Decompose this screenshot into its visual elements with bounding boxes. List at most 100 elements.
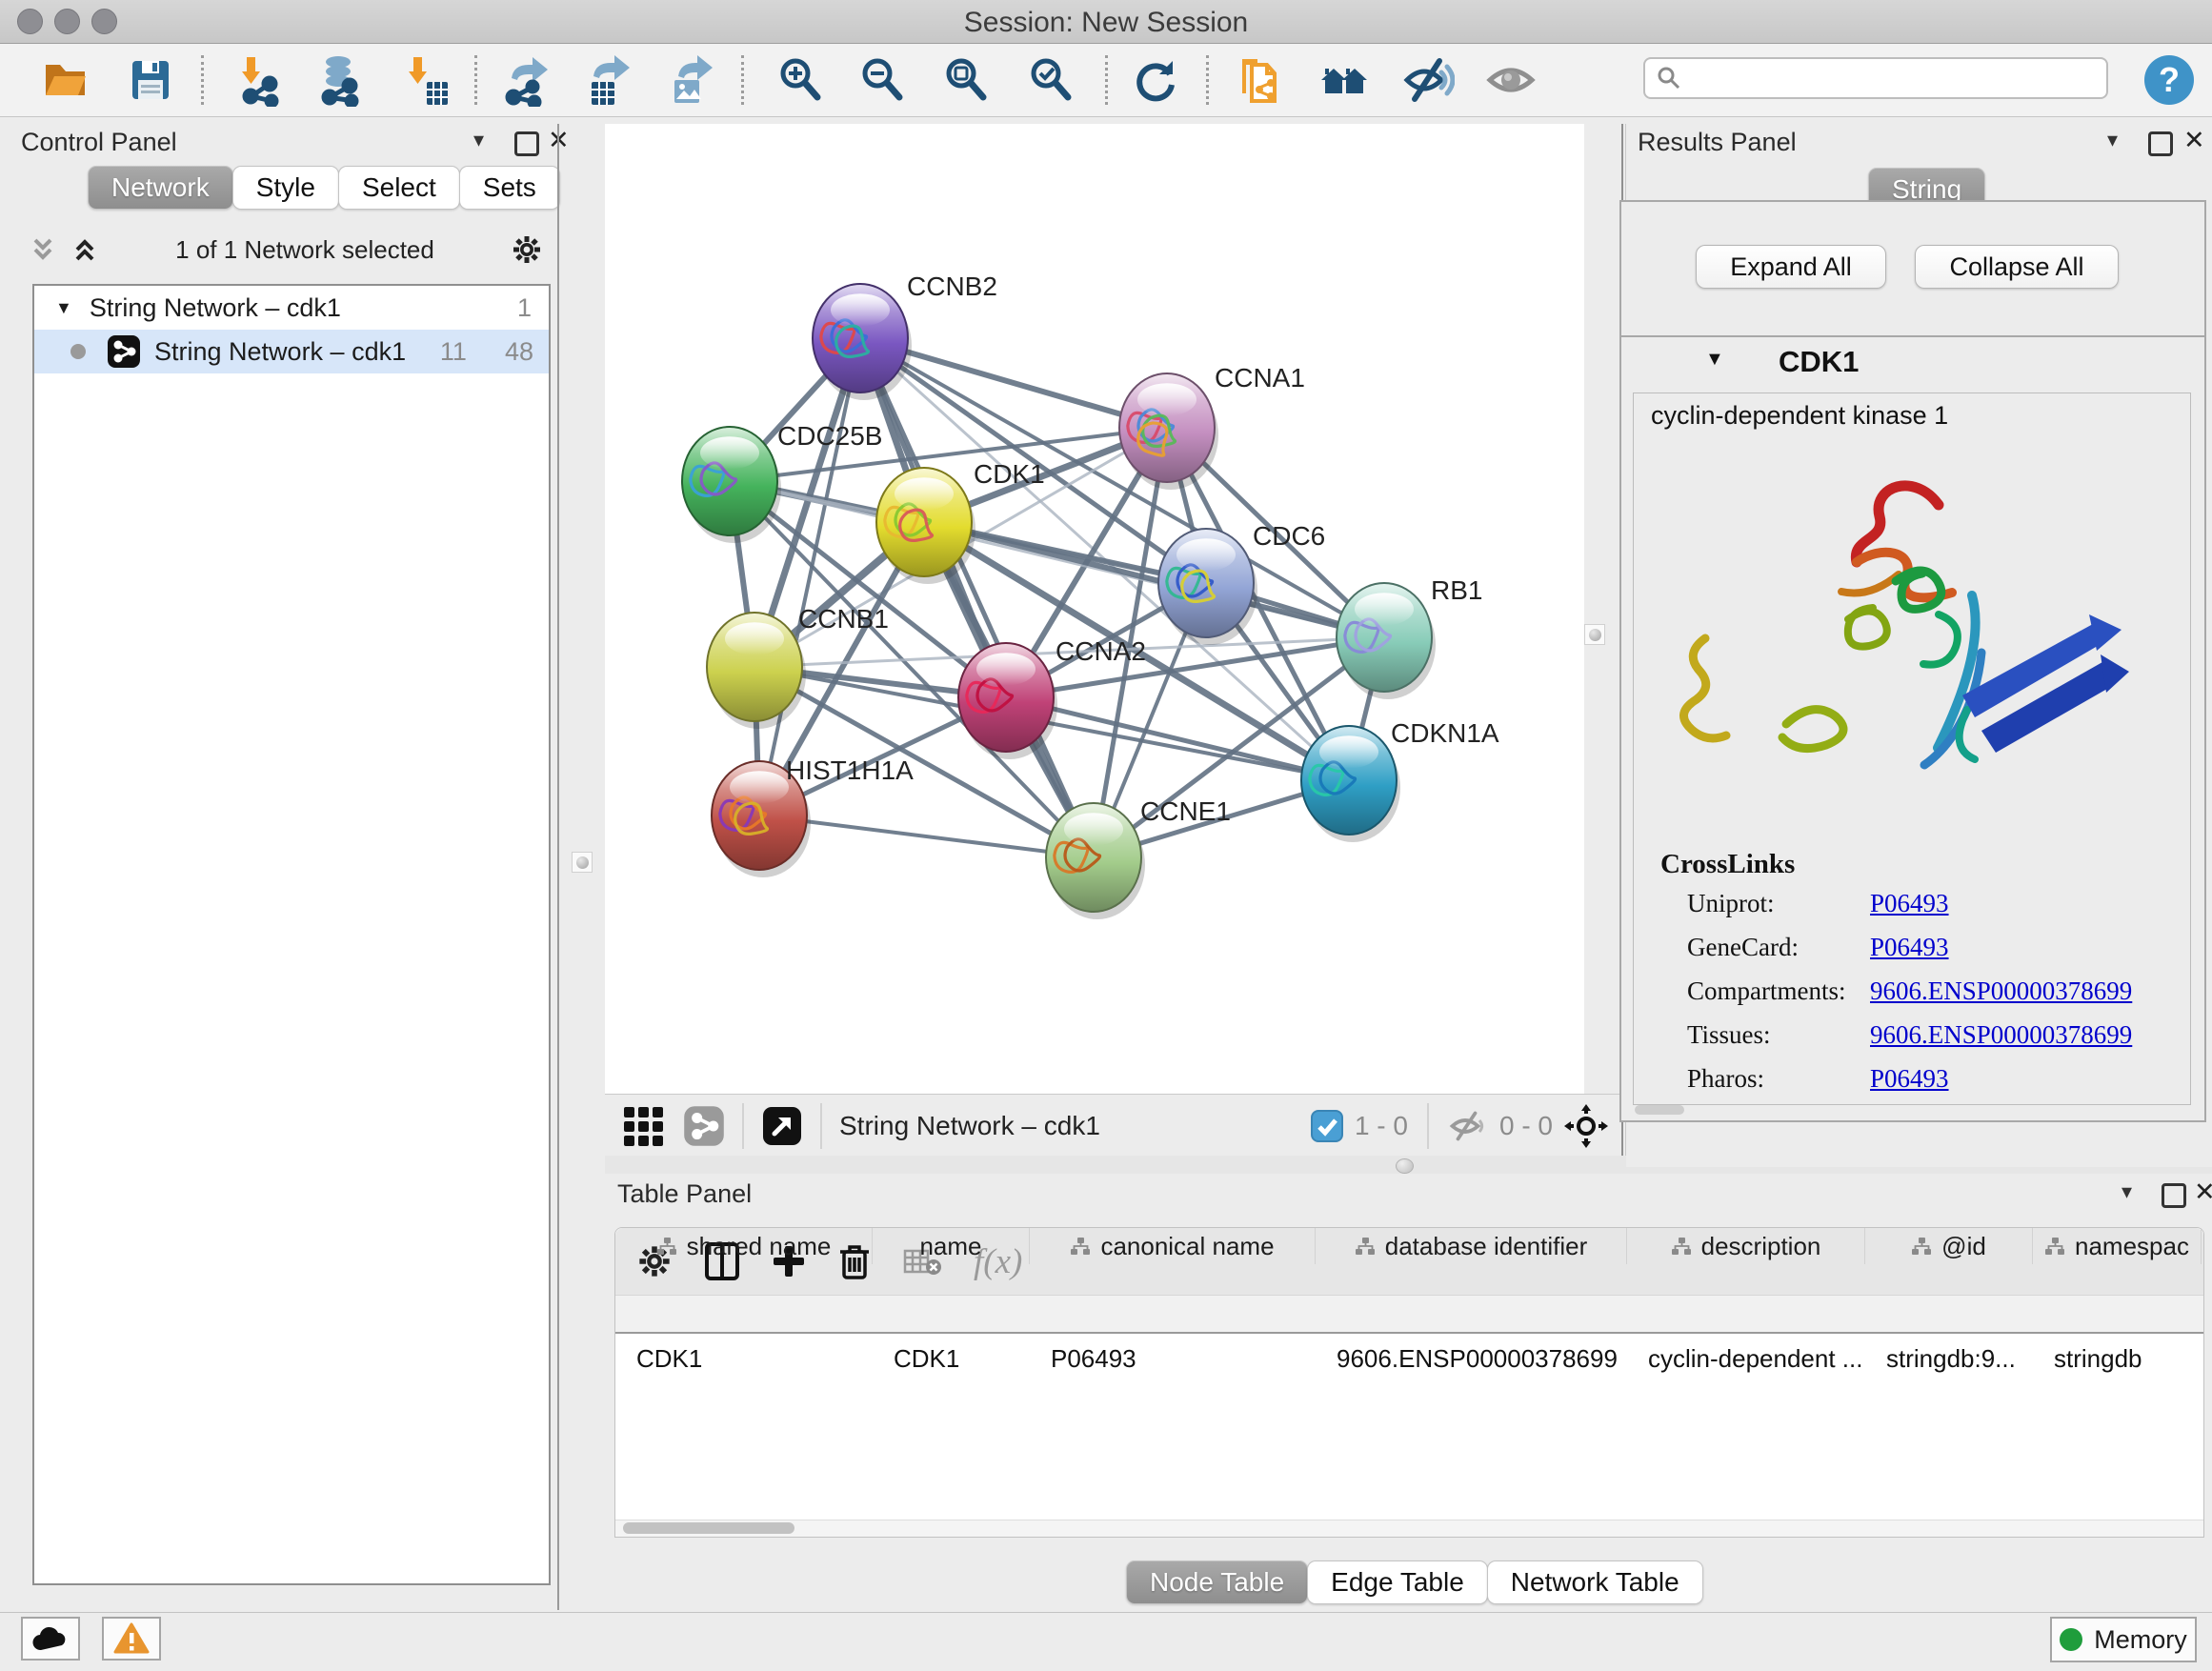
window-title: Session: New Session [0,7,2212,39]
network-node-rb1[interactable] [1337,583,1436,699]
import-network-button[interactable] [231,51,286,109]
gene-collapse-icon[interactable]: ▼ [1705,349,1724,371]
tab-style[interactable]: Style [232,166,339,210]
crosslink-compartments-link[interactable]: 9606.ENSP00000378699 [1870,976,2132,1006]
expand-all-button[interactable]: Expand All [1696,245,1886,289]
home-button[interactable] [1317,51,1372,109]
network-collection-row[interactable]: ▼ String Network – cdk1 1 [34,286,549,330]
zoom-out-button[interactable] [855,51,910,109]
hidden-eye-icon[interactable] [1448,1109,1488,1143]
cloud-button[interactable] [21,1617,80,1661]
column-header-description[interactable]: description [1627,1228,1865,1264]
tab-edge-table[interactable]: Edge Table [1307,1560,1488,1604]
node-label: CCNA1 [1215,363,1305,393]
network-node-cdkn1a[interactable] [1301,726,1400,842]
table-cell[interactable]: cyclin-dependent ... [1627,1339,1865,1379]
crosslink-uniprot-link[interactable]: P06493 [1870,889,1949,918]
column-header-label: description [1701,1232,1821,1261]
network-edge[interactable] [759,338,860,815]
network-node-ccne1[interactable] [1046,803,1145,919]
network-node-ccnb2[interactable] [813,284,912,400]
column-header--id[interactable]: @id [1865,1228,2033,1264]
table-cell[interactable]: P06493 [1030,1339,1316,1379]
import-table-button[interactable] [397,51,452,109]
detach-view-icon[interactable] [761,1105,803,1147]
table-cell[interactable]: stringdb [2033,1339,2202,1379]
export-network-button[interactable] [497,51,553,109]
tree-expand-icon[interactable]: ▼ [55,298,72,318]
tab-node-table[interactable]: Node Table [1126,1560,1308,1604]
column-header-shared-name[interactable]: shared name [615,1228,873,1264]
crosshair-icon[interactable] [1564,1104,1608,1148]
collapse-all-button[interactable]: Collapse All [1915,245,2119,289]
gene-symbol: CDK1 [1779,345,1859,379]
network-row-selected[interactable]: String Network – cdk1 11 48 [34,330,549,373]
column-header-name[interactable]: name [873,1228,1030,1264]
zoom-in-button[interactable] [773,51,828,109]
table-cell[interactable]: CDK1 [615,1339,873,1379]
network-node-cdc6[interactable] [1158,529,1257,645]
warnings-button[interactable] [102,1617,161,1661]
network-node-cdk1[interactable] [876,468,975,584]
network-node-ccna1[interactable] [1119,373,1218,490]
control-panel-collapse-icon[interactable]: ▾ [473,128,484,152]
expand-all-icon[interactable] [70,235,99,264]
network-node-ccnb1[interactable] [707,613,806,729]
refresh-button[interactable] [1128,51,1183,109]
gear-icon[interactable] [511,233,543,266]
tab-sets[interactable]: Sets [459,166,560,210]
protein-structure-image [1653,453,2167,805]
column-header-namespac[interactable]: namespac [2033,1228,2202,1264]
open-session-button[interactable] [37,51,92,109]
crosslink-tissues-link[interactable]: 9606.ENSP00000378699 [1870,1020,2132,1050]
table-panel-close-icon[interactable]: ✕ [2194,1178,2212,1207]
help-button[interactable]: ? [2144,55,2194,105]
export-table-button[interactable] [579,51,634,109]
crosslink-genecard-link[interactable]: P06493 [1870,933,1949,962]
node-label: CCNE1 [1140,796,1231,826]
table-hscroll-thumb[interactable] [623,1522,794,1534]
results-panel-close-icon[interactable]: ✕ [2183,126,2205,155]
network-view-icon[interactable] [683,1105,725,1147]
table-cell[interactable]: stringdb:9... [1865,1339,2033,1379]
right-splitter-handle[interactable] [1584,624,1605,645]
show-all-eye-button[interactable] [1483,51,1538,109]
zoom-fit-button[interactable] [938,51,994,109]
selected-checkbox-icon[interactable] [1311,1110,1343,1142]
collapse-all-icon[interactable] [29,235,57,264]
node-label: CDC25B [777,421,882,451]
save-session-button[interactable] [123,51,178,109]
tab-select[interactable]: Select [338,166,460,210]
left-splitter-handle[interactable] [572,852,593,873]
tab-network[interactable]: Network [88,166,233,210]
search-input[interactable] [1691,63,2106,94]
results-hscroll-thumb[interactable] [1635,1105,1684,1115]
table-panel-float-icon[interactable] [2162,1183,2186,1208]
horizontal-splitter-handle[interactable] [1396,1158,1414,1174]
results-panel-collapse-icon[interactable]: ▾ [2107,128,2118,152]
import-network-from-database-button[interactable] [311,51,366,109]
crosslink-pharos-link[interactable]: P06493 [1870,1064,1949,1094]
tab-network-table[interactable]: Network Table [1487,1560,1703,1604]
column-header-canonical-name[interactable]: canonical name [1030,1228,1316,1264]
memory-button[interactable]: Memory [2050,1617,2197,1662]
zoom-selected-button[interactable] [1023,51,1078,109]
export-image-button[interactable] [662,51,717,109]
node-label: CDKN1A [1391,718,1499,748]
toolbar-search[interactable] [1643,57,2108,99]
network-selection-summary: 1 of 1 Network selected [99,235,511,265]
table-hscrollbar[interactable] [615,1520,2203,1537]
control-panel-float-icon[interactable] [514,131,539,156]
hide-selection-icon-button[interactable] [1400,51,1456,109]
network-canvas[interactable]: CCNB2CCNA1CDC25BCDK1CDC6RB1CCNB1CCNA2CDK… [605,124,1584,1094]
column-header-database-identifier[interactable]: database identifier [1316,1228,1627,1264]
network-node-ccna2[interactable] [958,643,1057,759]
node-label: CDK1 [974,459,1045,489]
node-label: RB1 [1431,575,1482,605]
table-cell[interactable]: 9606.ENSP00000378699 [1316,1339,1627,1379]
results-panel-float-icon[interactable] [2148,131,2173,156]
share-document-button[interactable] [1232,51,1287,109]
grid-view-icon[interactable] [622,1103,668,1149]
table-cell[interactable]: CDK1 [873,1339,1030,1379]
table-panel-collapse-icon[interactable]: ▾ [2122,1179,2132,1204]
